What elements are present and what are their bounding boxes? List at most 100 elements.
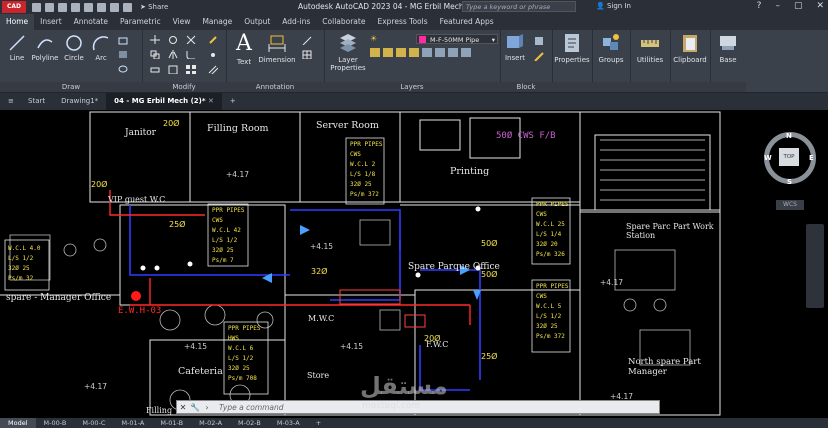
search-input[interactable]: Type a keyword or phrase [462,1,576,12]
compass-west[interactable]: W [764,154,772,162]
water-heater-marker[interactable] [131,291,141,301]
compass-south[interactable]: S [787,178,792,186]
layer-freeze-icon[interactable] [370,48,380,57]
wcs-menu[interactable]: WCS [776,200,804,210]
clipboard-tool[interactable]: Clipboard [672,32,708,64]
layer-unisolate-icon[interactable] [409,48,419,57]
layer-off-icon[interactable] [383,48,393,57]
draw-panel-label[interactable]: Draw [0,82,142,92]
layer-properties-tool[interactable]: Layer Properties [328,32,368,72]
add-layout-icon[interactable]: + [308,418,329,428]
fillet-icon[interactable] [186,50,196,59]
move-icon[interactable] [150,35,160,44]
polyline-tool[interactable]: Polyline [30,34,60,62]
close-tab-icon[interactable]: ✕ [208,97,214,105]
dimension-tool[interactable]: Dimension [258,34,296,64]
rotate-icon[interactable] [168,35,178,44]
new-icon[interactable] [32,2,41,12]
save-icon[interactable] [58,2,67,12]
menu-icon[interactable]: ≡ [0,93,20,110]
ellipse-icon[interactable] [118,64,128,73]
tab-output[interactable]: Output [238,14,276,30]
wrench-icon[interactable]: 🔧 [189,403,201,412]
save-as-icon[interactable] [71,2,80,12]
erase-icon[interactable] [208,35,218,44]
edit-block-icon[interactable] [534,52,544,61]
insert-tool[interactable]: Insert [502,32,528,62]
tab-current-drawing[interactable]: 04 - MG Erbil Mech (2)* ✕ [106,93,222,110]
tab-layout[interactable]: M-00-B [36,418,75,428]
copy-icon[interactable] [150,50,160,59]
tab-layout[interactable]: M-01-A [113,418,152,428]
tab-layout[interactable]: M-02-A [191,418,230,428]
tab-express-tools[interactable]: Express Tools [371,14,433,30]
plot-icon[interactable] [97,2,106,12]
close-icon[interactable]: ✕ [816,1,824,11]
autocad-logo[interactable]: CAD [2,1,26,13]
stretch-icon[interactable] [150,65,160,74]
line-tool[interactable]: Line [6,34,28,62]
block-panel-label[interactable]: Block [500,82,552,92]
minimize-icon[interactable]: – [775,1,780,11]
tab-add-ins[interactable]: Add-ins [276,14,316,30]
layer-isolate-icon[interactable] [396,48,406,57]
trim-icon[interactable] [186,35,196,44]
annotation-panel-label[interactable]: Annotation [226,82,324,92]
close-command-icon[interactable]: ✕ [177,403,189,412]
table-icon[interactable] [302,50,312,59]
mirror-icon[interactable] [168,50,178,59]
help-icon[interactable]: ? [757,1,762,11]
viewcube-top[interactable]: TOP [779,148,799,166]
tab-annotate[interactable]: Annotate [68,14,114,30]
tab-manage[interactable]: Manage [196,14,238,30]
tab-start[interactable]: Start [20,93,53,110]
circle-tool[interactable]: Circle [62,34,86,62]
open-icon[interactable] [45,2,54,12]
new-tab-icon[interactable]: + [222,93,244,110]
web-mobile-icon[interactable] [84,2,93,12]
layer-match-icon[interactable] [422,48,432,57]
compass-north[interactable]: N [786,132,792,140]
scale-icon[interactable] [168,65,178,74]
layer-lock-icon[interactable] [448,48,458,57]
maximize-icon[interactable]: ▢ [794,1,803,11]
offset-icon[interactable] [208,65,218,74]
layers-panel-label[interactable]: Layers [324,82,500,92]
undo-icon[interactable] [110,2,119,12]
navigation-bar[interactable] [806,224,824,308]
rectangle-icon[interactable] [118,36,128,45]
text-tool[interactable]: A Text [232,32,256,67]
tab-view[interactable]: View [167,14,197,30]
layer-unlock-icon[interactable] [461,48,471,57]
groups-tool[interactable]: Groups [594,32,628,64]
tab-drawing1[interactable]: Drawing1* [53,93,106,110]
lightbulb-icon[interactable]: ☀ [370,34,377,43]
create-block-icon[interactable] [534,36,544,45]
layer-previous-icon[interactable] [435,48,445,57]
tab-layout[interactable]: M-02-B [230,418,269,428]
properties-tool[interactable]: Properties [554,32,590,64]
arc-tool[interactable]: Arc [90,34,112,62]
leader-icon[interactable] [302,36,312,45]
utilities-tool[interactable]: Utilities [632,32,668,64]
command-input[interactable]: Type a command [219,403,284,412]
tab-parametric[interactable]: Parametric [114,14,167,30]
tab-insert[interactable]: Insert [34,14,68,30]
hatch-icon[interactable] [118,50,128,59]
redo-icon[interactable] [123,2,132,12]
tab-collaborate[interactable]: Collaborate [316,14,371,30]
tab-home[interactable]: Home [0,14,35,30]
tab-layout[interactable]: M-03-A [269,418,308,428]
tab-model[interactable]: Model [0,418,36,428]
tab-featured-apps[interactable]: Featured Apps [434,14,500,30]
share-button[interactable]: ➤ Share [140,3,168,11]
sign-in-button[interactable]: 👤 Sign In [596,2,631,10]
array-icon[interactable] [186,65,196,74]
explode-icon[interactable] [208,50,218,59]
base-tool[interactable]: Base [712,32,744,64]
layer-dropdown[interactable]: M-F-50MM Pipe ▾ [416,34,498,44]
modify-panel-label[interactable]: Modify [142,82,226,92]
tab-layout[interactable]: M-00-C [74,418,113,428]
compass-east[interactable]: E [809,154,814,162]
tab-layout[interactable]: M-01-B [152,418,191,428]
